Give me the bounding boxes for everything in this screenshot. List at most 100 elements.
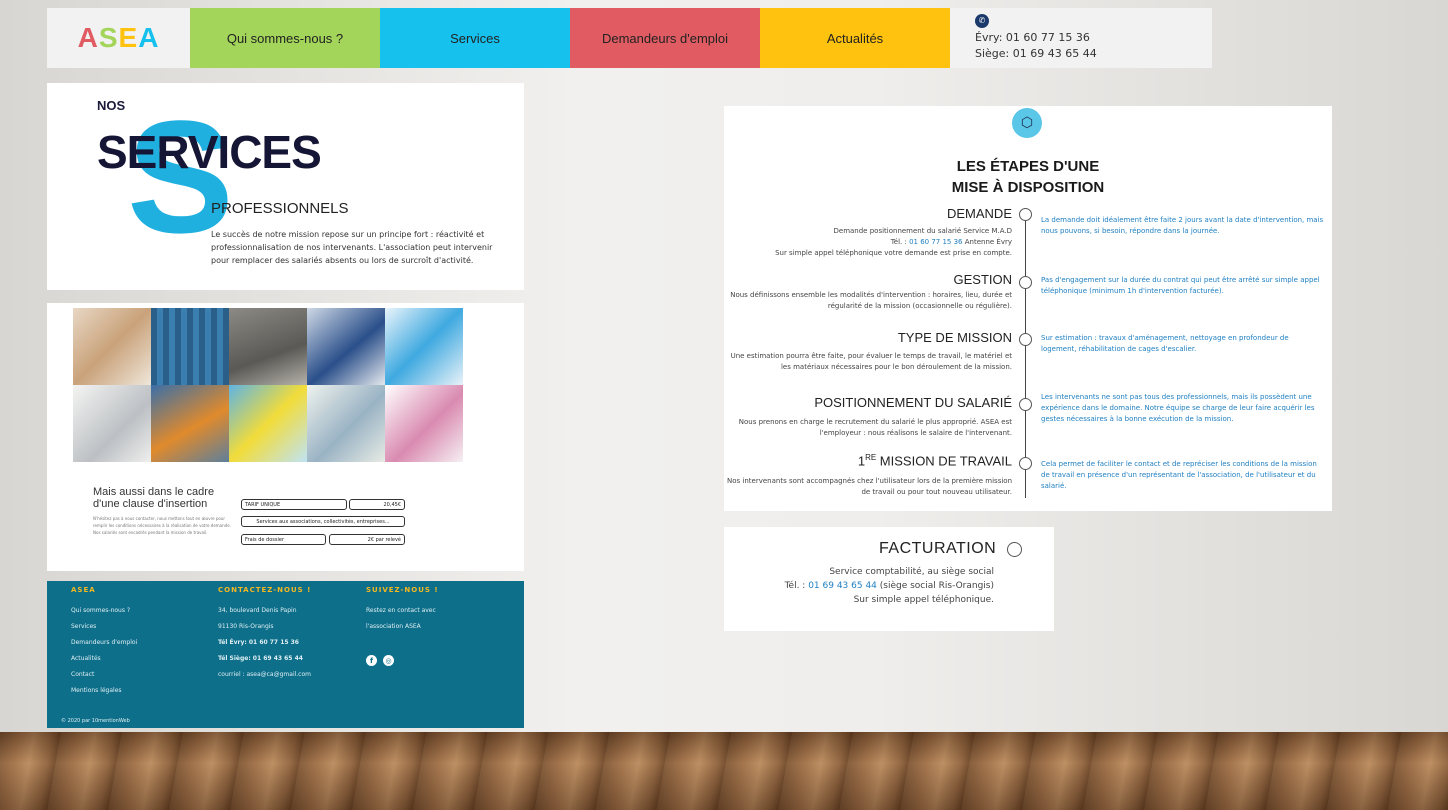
nav-tab-label: Actualités [826,30,884,46]
footer-heading: SUIVEZ-NOUS ! [366,586,439,594]
photo-paint-brush [73,308,151,385]
insertion-text: N'hésitez pas à nous contacter, nous met… [93,516,231,535]
fees-value: 2€ par relevé [329,534,405,545]
photo-handshake [307,308,385,385]
footer-col-asea: ASEA Qui sommes-nous ? Services Demandeu… [71,586,137,699]
phone-icon[interactable]: ✆ [975,14,989,28]
footer-copyright[interactable]: © 2020 par 10mentionWeb [61,718,130,724]
site-footer: ASEA Qui sommes-nous ? Services Demandeu… [47,581,524,728]
top-navigation: ASEA Qui sommes-nous ? Services Demandeu… [47,8,1212,68]
step-note-positionnement: Les intervenants ne sont pas tous des pr… [1041,393,1315,423]
step-title-type-mission: TYPE DE MISSION [897,330,1012,345]
nav-tab-label: Demandeurs d'emploi [601,30,729,46]
nav-tab-demandeurs-emploi[interactable]: Demandeurs d'emploi [570,8,760,68]
steps-panel: ⬡ LES ÉTAPES D'UNE MISE À DISPOSITION DE… [724,106,1332,511]
tarif-label: TARIF UNIQUE [241,499,347,510]
services-heading: SERVICES [97,126,322,178]
footer-tel-evry[interactable]: Tél Évry: 01 60 77 15 36 [218,635,311,651]
photo-housekeeper [385,385,463,462]
photo-cleaning-spray [385,308,463,385]
footer-link[interactable]: Services [71,619,137,635]
timeline-dot [1019,398,1032,411]
step-text-premiere-mission: Nos intervenants sont accompagnés chez l… [727,477,1012,496]
nos-label: NOS [97,98,126,113]
footer-heading: ASEA [71,586,96,594]
photo-elderly-woman [307,385,385,462]
timeline-dot [1019,457,1032,470]
step-text-type-mission: Une estimation pourra être faite, pour é… [730,352,1012,371]
photos-panel: Mais aussi dans le cadre d'une clause d'… [47,303,524,571]
step-title-demande: DEMANDE [946,206,1012,221]
billing-title: FACTURATION [879,540,997,557]
nut-icon: ⬡ [1012,108,1042,138]
services-panel: S NOS SERVICES PROFESSIONNELS Le succès … [47,83,524,290]
steps-title: LES ÉTAPES D'UNE MISE À DISPOSITION [724,156,1332,198]
billing-tel-link[interactable]: 01 69 43 65 44 [808,581,877,591]
photo-worker [151,385,229,462]
tel-link[interactable]: 01 60 77 15 36 [909,238,962,246]
tel-prefix: Tél. : [890,238,910,246]
footer-link[interactable]: Actualités [71,651,137,667]
billing-line: Sur simple appel téléphonique. [853,595,994,605]
photo-tools [151,308,229,385]
tel-prefix: Tél. : [784,581,809,591]
footer-link[interactable]: Demandeurs d'emploi [71,635,137,651]
footer-address: 34, boulevard Denis Papin [218,607,297,614]
photo-construction [229,308,307,385]
phone-evry[interactable]: Évry: 01 60 77 15 36 [975,30,1097,46]
step-note-premiere-mission: Cela permet de faciliter le contact et d… [1041,460,1317,490]
billing-tel-line: Tél. : 01 69 43 65 44 (siège social Ris-… [694,579,994,593]
nav-tab-actualites[interactable]: Actualités [760,8,950,68]
step-title-positionnement: POSITIONNEMENT DU SALARIÉ [814,395,1012,410]
step-text-line: Sur simple appel téléphonique votre dema… [775,249,1012,257]
step-note-type-mission: Sur estimation : travaux d'aménagement, … [1041,334,1289,353]
step-text-gestion: Nous définissons ensemble les modalités … [730,291,1012,310]
footer-city: 91130 Ris-Orangis [218,623,274,630]
steps-title-line1: LES ÉTAPES D'UNE [956,158,1100,175]
step-text-line: Demande positionnement du salarié Servic… [833,227,1013,235]
photo-window [73,385,151,462]
step-note-demande: La demande doit idéalement être faite 2 … [1041,216,1324,235]
tel-suffix: Antenne Évry [962,238,1012,246]
billing-text: Service comptabilité, au siège social Té… [694,565,994,607]
footer-tel-siege[interactable]: Tél Siège: 01 69 43 65 44 [218,651,311,667]
billing-line: Service comptabilité, au siège social [829,567,994,577]
timeline-dot [1019,276,1032,289]
phone-siege[interactable]: Siège: 01 69 43 65 44 [975,46,1097,62]
title-part: MISSION DE TRAVAIL [876,453,1012,469]
step-tel-line: Tél. : 01 60 77 15 36 Antenne Évry [722,237,1012,248]
tarif-value: 20,45€ [349,499,405,510]
footer-link[interactable]: Mentions légales [71,683,137,699]
billing-dot [1007,542,1022,557]
timeline-line [1025,210,1026,498]
footer-heading: CONTACTEZ-NOUS ! [218,586,312,594]
insertion-title: Mais aussi dans le cadre d'une clause d'… [93,486,215,510]
tel-suffix: (siège social Ris-Orangis) [876,581,994,591]
wood-floor [0,732,1448,810]
timeline-dot [1019,333,1032,346]
footer-email[interactable]: courriel : asea@ca@gmail.com [218,667,311,683]
footer-col-contact: CONTACTEZ-NOUS ! 34, boulevard Denis Pap… [218,586,311,683]
footer-follow-text: l'association ASEA [366,623,421,630]
nav-tab-services[interactable]: Services [380,8,570,68]
step-note-gestion: Pas d'engagement sur la durée du contrat… [1041,276,1320,295]
footer-link[interactable]: Qui sommes-nous ? [71,603,137,619]
tarif-scope: Services aux associations, collectivités… [241,516,405,527]
photo-gloves [229,385,307,462]
nav-tab-label: Services [450,30,500,46]
billing-panel: FACTURATION Service comptabilité, au siè… [724,527,1054,631]
professionnels-subheading: PROFESSIONNELS [211,200,349,217]
footer-link[interactable]: Contact [71,667,137,683]
step-title-premiere-mission: 1RE MISSION DE TRAVAIL [858,453,1012,468]
asea-logo[interactable]: ASEA [47,8,190,68]
nav-contact: ✆ Évry: 01 60 77 15 36 Siège: 01 69 43 6… [950,8,1097,68]
instagram-icon[interactable]: ◎ [383,655,394,666]
photo-grid [73,308,463,462]
step-text-positionnement: Nous prenons en charge le recrutement du… [738,418,1012,437]
facebook-icon[interactable]: f [366,655,377,666]
title-sup: RE [865,453,877,462]
services-description: Le succès de notre mission repose sur un… [211,230,493,265]
nav-tab-qui-sommes-nous[interactable]: Qui sommes-nous ? [190,8,380,68]
fees-label: Frais de dossier [241,534,326,545]
step-title-gestion: GESTION [953,272,1012,287]
